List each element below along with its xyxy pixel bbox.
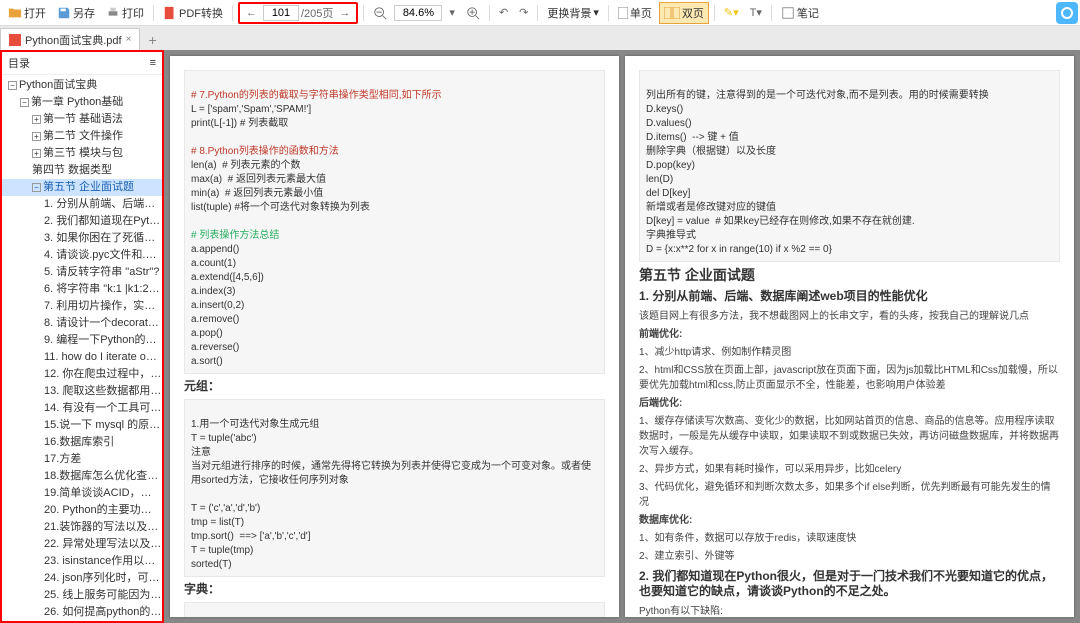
- tree-leaf-item[interactable]: 5. 请反转字符串 "aStr"?: [2, 264, 162, 281]
- tree-leaf-item[interactable]: 8. 请设计一个decorator，它可: [2, 315, 162, 332]
- expand-icon[interactable]: +: [32, 149, 41, 158]
- collapse-icon[interactable]: −: [8, 81, 17, 90]
- pdf-page-left: # 7.Python的列表的截取与字符串操作类型相同,如下所示 L = ['sp…: [170, 56, 619, 617]
- tree-leaf-item[interactable]: 26. 如何提高python的运行效率: [2, 604, 162, 621]
- expand-icon[interactable]: +: [32, 132, 41, 141]
- close-tab-button[interactable]: ×: [126, 34, 132, 45]
- zoom-dropdown[interactable]: ▾: [445, 6, 459, 19]
- open-button[interactable]: 打开: [4, 3, 50, 23]
- prev-page-button[interactable]: ←: [242, 7, 261, 19]
- text-tool-button[interactable]: T▾: [746, 6, 766, 19]
- document-tab[interactable]: Python面试宝典.pdf ×: [0, 28, 140, 50]
- zoom-in-button[interactable]: [462, 6, 484, 20]
- double-page-button[interactable]: 双页: [659, 2, 709, 24]
- note-button[interactable]: 笔记: [777, 3, 823, 23]
- tree-leaf-item[interactable]: 18.数据库怎么优化查询效率？: [2, 468, 162, 485]
- question-heading: 1. 分别从前端、后端、数据库阐述web项目的性能优化: [639, 289, 1060, 304]
- tree-section[interactable]: +第二节 文件操作: [2, 128, 162, 145]
- tree-leaf-item[interactable]: 3. 如果你困在了死循环里，怎: [2, 230, 162, 247]
- pdf-icon: [163, 6, 177, 20]
- pdfconv-button[interactable]: PDF转换: [159, 3, 227, 23]
- page-viewport[interactable]: # 7.Python的列表的截取与字符串操作类型相同,如下所示 L = ['sp…: [164, 50, 1080, 623]
- sidebar-header: 目录 ≡: [2, 52, 162, 75]
- tree-root[interactable]: −Python面试宝典: [2, 77, 162, 94]
- saveas-button[interactable]: 另存: [53, 3, 99, 23]
- background-button[interactable]: 更换背景▾: [543, 3, 603, 23]
- tab-bar: Python面试宝典.pdf × +: [0, 26, 1080, 50]
- section-header: 元组：: [184, 379, 605, 394]
- pdf-file-icon: [9, 34, 21, 46]
- zoom-out-button[interactable]: [369, 6, 391, 20]
- main-area: 目录 ≡ −Python面试宝典 −第一章 Python基础 +第一节 基础语法…: [0, 50, 1080, 623]
- tree-leaf-item[interactable]: 22. 异常处理写法以及如何主动: [2, 536, 162, 553]
- tree-leaf-item[interactable]: 1. 分别从前端、后端、数据库...: [2, 196, 162, 213]
- tree-section[interactable]: 第四节 数据类型: [2, 162, 162, 179]
- tree-leaf-item[interactable]: 4. 请谈谈.pyc文件和.py文件的: [2, 247, 162, 264]
- app-icon[interactable]: [1056, 2, 1078, 24]
- single-page-icon: [618, 7, 628, 19]
- tree-section[interactable]: +第三节 模块与包: [2, 145, 162, 162]
- note-icon: [781, 6, 795, 20]
- main-toolbar: 打开 另存 打印 PDF转换 ← /205页 → ▾ ↶ ↷ 更换背景▾ 单页 …: [0, 0, 1080, 26]
- tree-leaf-item[interactable]: 7. 利用切片操作，实现一个trim: [2, 298, 162, 315]
- page-navigation: ← /205页 →: [238, 2, 358, 24]
- collapse-icon[interactable]: −: [32, 183, 41, 192]
- new-tab-button[interactable]: +: [140, 30, 164, 50]
- pdf-page-right: 列出所有的键，注意得到的是一个可迭代对象,而不是列表。用的时候需要转换 D.ke…: [625, 56, 1074, 617]
- page-number-input[interactable]: [263, 5, 299, 21]
- highlight-button[interactable]: ✎▾: [720, 6, 743, 19]
- tree-leaf-item[interactable]: 11. how do I iterate over a s: [2, 349, 162, 366]
- tree-section-selected[interactable]: −第五节 企业面试题: [2, 179, 162, 196]
- question-heading: 2. 我们都知道现在Python很火，但是对于一门技术我们不光要知道它的优点，也…: [639, 569, 1060, 599]
- chapter-heading: 第五节 企业面试题: [639, 268, 1060, 283]
- rotate-left-button[interactable]: ↶: [495, 6, 512, 19]
- save-icon: [57, 6, 71, 20]
- folder-icon: [8, 6, 22, 20]
- tree-leaf-item[interactable]: 16.数据库索引: [2, 434, 162, 451]
- tree-leaf-item[interactable]: 2. 我们都知道现在Python很火: [2, 213, 162, 230]
- page-total-label: /205页: [301, 5, 333, 21]
- zoom-input[interactable]: [394, 5, 442, 21]
- zoom-in-icon: [466, 6, 480, 20]
- tree-leaf-item[interactable]: 20. Python的主要功能是什么？: [2, 502, 162, 519]
- tree-leaf-item[interactable]: 21.装饰器的写法以及应用场景: [2, 519, 162, 536]
- collapse-icon[interactable]: −: [20, 98, 29, 107]
- tree-leaf-item[interactable]: 14. 有没有一个工具可以帮助查: [2, 400, 162, 417]
- single-page-button[interactable]: 单页: [614, 3, 656, 23]
- tree-leaf-item[interactable]: 19.简单谈谈ACID，并解释每一: [2, 485, 162, 502]
- expand-icon[interactable]: +: [32, 115, 41, 124]
- tree-leaf-item[interactable]: 23. isinstance作用以及应用场: [2, 553, 162, 570]
- section-header: 字典：: [184, 582, 605, 597]
- zoom-out-icon: [373, 6, 387, 20]
- tree-section[interactable]: +第一节 基础语法: [2, 111, 162, 128]
- print-button[interactable]: 打印: [102, 3, 148, 23]
- tree-leaf-item[interactable]: 12. 你在爬虫过程中，都是怎么: [2, 366, 162, 383]
- tree-leaf-item[interactable]: 13. 爬取这些数据都用来做什么: [2, 383, 162, 400]
- double-page-icon: [664, 7, 680, 19]
- tree-leaf-item[interactable]: 15.说一下 mysql 的原理？: [2, 417, 162, 434]
- tree-leaf-item[interactable]: 9. 编程一下Python的and-or: [2, 332, 162, 349]
- tree-chapter[interactable]: −第一章 Python基础: [2, 94, 162, 111]
- tree-leaf-item[interactable]: 25. 线上服务可能因为种种原因: [2, 587, 162, 604]
- next-page-button[interactable]: →: [335, 7, 354, 19]
- rotate-right-button[interactable]: ↷: [515, 6, 532, 19]
- print-icon: [106, 6, 120, 20]
- tree-leaf-item[interactable]: 24. json序列化时，可以处理的: [2, 570, 162, 587]
- tree-leaf-item[interactable]: 17.方差: [2, 451, 162, 468]
- outline-sidebar: 目录 ≡ −Python面试宝典 −第一章 Python基础 +第一节 基础语法…: [0, 50, 164, 623]
- tab-title: Python面试宝典.pdf: [25, 32, 122, 48]
- tree-leaf-item[interactable]: 6. 将字符串 "k:1 |k1:2|k2:3|k3: [2, 281, 162, 298]
- sidebar-menu-button[interactable]: ≡: [150, 57, 156, 69]
- outline-tree: −Python面试宝典 −第一章 Python基础 +第一节 基础语法 +第二节…: [2, 75, 162, 623]
